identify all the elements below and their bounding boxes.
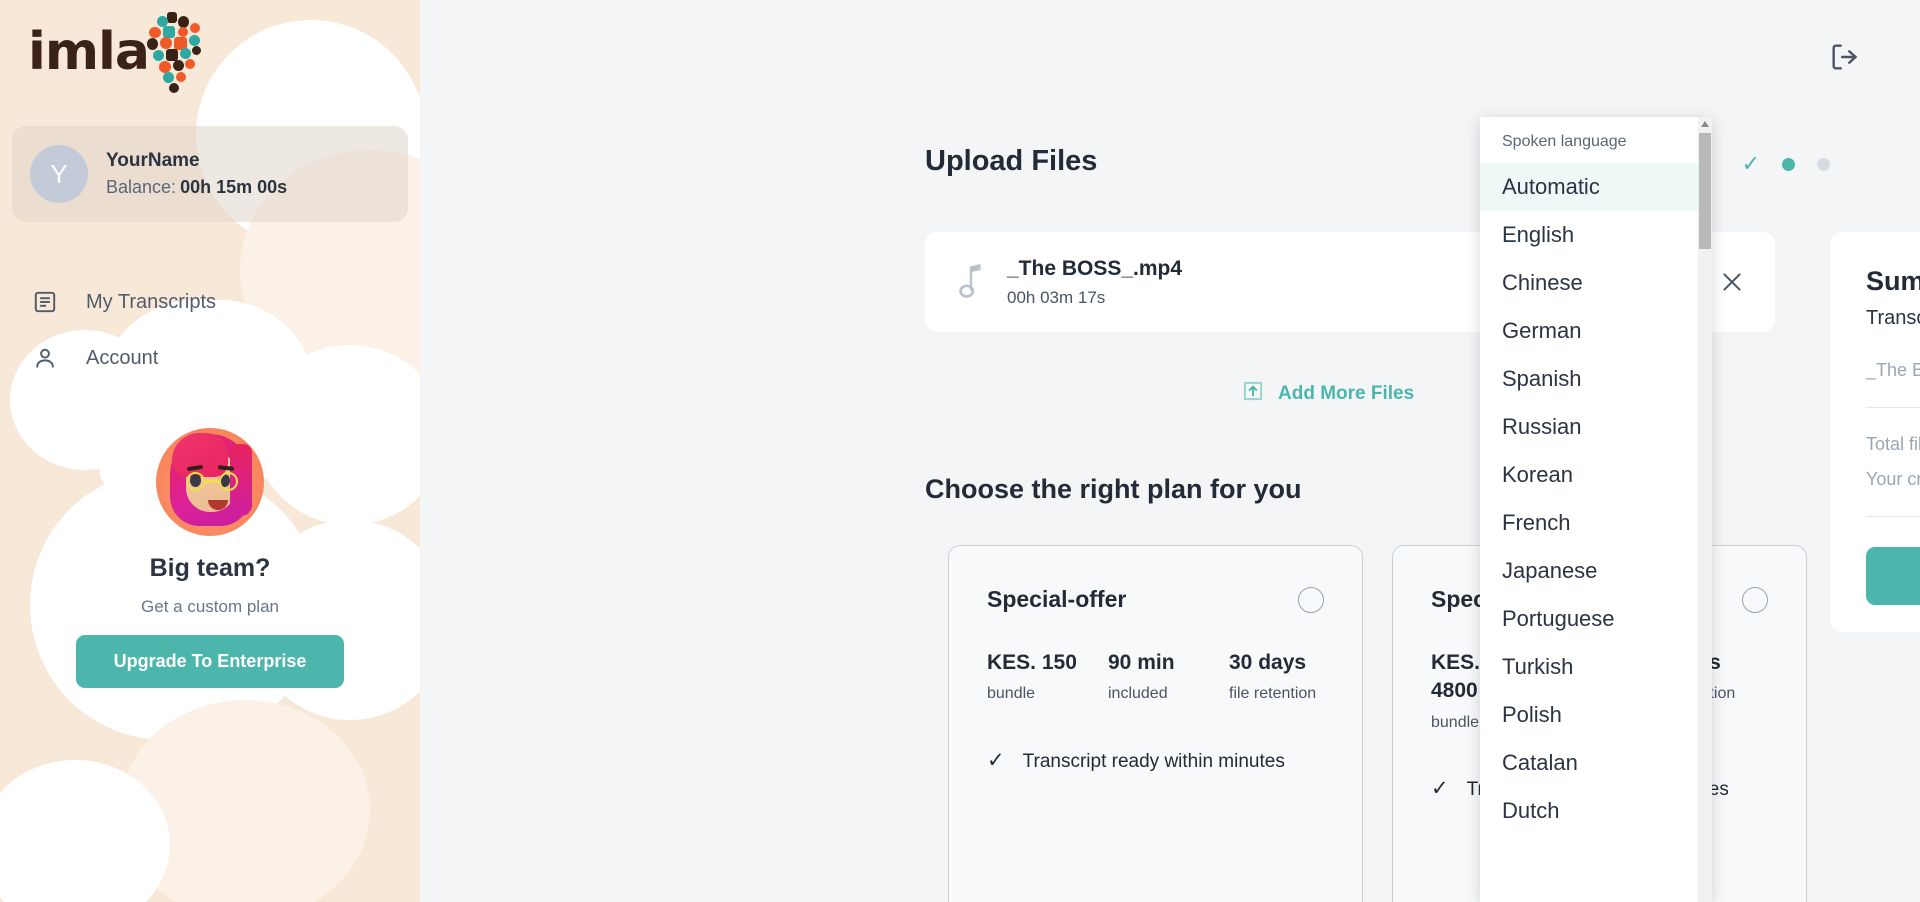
dropdown-option-french[interactable]: French <box>1480 499 1712 547</box>
sidebar-item-account[interactable]: Account <box>0 330 420 386</box>
summary-total-row: Total file time 00h 03m 17s <box>1866 434 1920 455</box>
plan-name: Special-offer <box>987 586 1126 613</box>
check-icon: ✓ <box>987 747 1005 774</box>
dropdown-option-portuguese[interactable]: Portuguese <box>1480 595 1712 643</box>
dropdown-option-polish[interactable]: Polish <box>1480 691 1712 739</box>
balance-value: 00h 15m 00s <box>180 177 287 197</box>
step-dot-active[interactable] <box>1782 158 1795 171</box>
step-indicator: ✓ <box>1742 153 1830 175</box>
file-duration: 00h 03m 17s <box>1007 288 1182 308</box>
page-title: Upload Files <box>925 145 1097 178</box>
add-more-files-label: Add More Files <box>1278 383 1414 405</box>
sidebar-item-label: My Transcripts <box>86 291 216 314</box>
music-note-icon <box>951 264 991 300</box>
dropdown-option-dutch[interactable]: Dutch <box>1480 787 1712 835</box>
dropdown-option-english[interactable]: English <box>1480 211 1712 259</box>
plan-radio-button[interactable] <box>1742 587 1768 613</box>
dropdown-scrollbar[interactable] <box>1698 117 1712 902</box>
app-logo[interactable]: imla <box>0 0 420 96</box>
upgrade-to-enterprise-button[interactable]: Upgrade To Enterprise <box>76 635 344 688</box>
dropdown-option-korean[interactable]: Korean <box>1480 451 1712 499</box>
dropdown-option-german[interactable]: German <box>1480 307 1712 355</box>
file-name: _The BOSS_.mp4 <box>1007 257 1182 281</box>
spoken-language-dropdown[interactable]: Spoken language Automatic English Chines… <box>1480 117 1712 902</box>
user-name: YourName <box>106 150 287 172</box>
dropdown-option-catalan[interactable]: Catalan <box>1480 739 1712 787</box>
plan-radio-button[interactable] <box>1298 587 1324 613</box>
promo-avatar-illustration <box>156 428 264 536</box>
plan-price-unit: bundle <box>987 683 1082 705</box>
step-dot-idle[interactable] <box>1817 158 1830 171</box>
upload-icon <box>1240 378 1266 409</box>
user-card[interactable]: Y YourName Balance:00h 15m 00s <box>12 126 408 222</box>
plan-feature-text: Transcript ready within minutes <box>1023 747 1285 776</box>
scroll-up-arrow-icon[interactable] <box>1701 121 1709 127</box>
file-meta: _The BOSS_.mp4 00h 03m 17s <box>1007 257 1182 308</box>
promo-subtitle: Get a custom plan <box>0 597 420 617</box>
step-complete-check-icon: ✓ <box>1742 153 1760 175</box>
sidebar-nav: My Transcripts Account <box>0 274 420 386</box>
dropdown-option-chinese[interactable]: Chinese <box>1480 259 1712 307</box>
plan-price-value: KES. 150 <box>987 649 1082 677</box>
checkout-button[interactable]: Checkout <box>1866 547 1920 605</box>
person-icon <box>30 343 60 373</box>
sidebar-item-label: Account <box>86 347 158 370</box>
summary-credit-row: Your credit 00h 15m 00s <box>1866 469 1920 490</box>
summary-panel: Summary Transcription • Machine _The BOS… <box>1830 232 1920 632</box>
enterprise-promo: Big team? Get a custom plan Upgrade To E… <box>0 428 420 688</box>
close-icon[interactable] <box>1715 265 1749 299</box>
dropdown-option-japanese[interactable]: Japanese <box>1480 547 1712 595</box>
promo-title: Big team? <box>0 554 420 583</box>
plan-minutes-unit: included <box>1108 683 1203 705</box>
secure-safe-badge: Secure & Safe <box>1830 672 1920 701</box>
plans-title: Choose the right plan for you <box>925 474 1302 505</box>
divider <box>1866 407 1920 408</box>
add-more-files-button[interactable]: Add More Files <box>1240 378 1414 409</box>
scrollbar-thumb[interactable] <box>1699 133 1711 249</box>
plan-minutes-value: 90 min <box>1108 649 1203 677</box>
dropdown-option-turkish[interactable]: Turkish <box>1480 643 1712 691</box>
sidebar: imla <box>0 0 420 902</box>
logo-wordmark: imla <box>28 26 149 78</box>
app-root: imla <box>0 0 1920 902</box>
summary-total-label: Total file time <box>1866 434 1920 455</box>
user-balance: Balance:00h 15m 00s <box>106 177 287 198</box>
plan-feature-row: ✓ Transcript ready within minutes <box>987 747 1324 776</box>
balance-label: Balance: <box>106 177 176 197</box>
sidebar-item-my-transcripts[interactable]: My Transcripts <box>0 274 420 330</box>
plan-minutes: 90 min included <box>1108 649 1203 705</box>
check-icon: ✓ <box>1431 775 1449 802</box>
summary-file-row: _The BOSS_.mp4 00h 03m 17s <box>1866 360 1920 381</box>
divider <box>1866 516 1920 517</box>
plan-details: KES. 150 bundle 90 min included 30 days … <box>987 649 1324 705</box>
avatar: Y <box>30 145 88 203</box>
plan-price: KES. 150 bundle <box>987 649 1082 705</box>
main-content: ✓ Upload Files _The BOSS_.mp4 00h 03m 17… <box>420 0 1920 902</box>
summary-subtitle: Transcription • Machine <box>1866 307 1920 330</box>
summary-credit-label: Your credit <box>1866 469 1920 490</box>
dropdown-option-automatic[interactable]: Automatic <box>1480 163 1712 211</box>
plan-retention-unit: file retention <box>1229 683 1324 705</box>
plan-header: Special-offer <box>987 586 1324 613</box>
summary-title: Summary <box>1866 266 1920 297</box>
plan-card-1[interactable]: Special-offer KES. 150 bundle 90 min inc… <box>948 545 1363 902</box>
summary-file-name: _The BOSS_.mp4 <box>1866 360 1920 381</box>
plan-retention: 30 days file retention <box>1229 649 1324 705</box>
dropdown-option-spanish[interactable]: Spanish <box>1480 355 1712 403</box>
dropdown-option-russian[interactable]: Russian <box>1480 403 1712 451</box>
dropdown-header: Spoken language <box>1480 117 1712 163</box>
logout-icon[interactable] <box>1828 40 1862 74</box>
transcript-icon <box>30 287 60 317</box>
africa-map-icon <box>145 10 207 96</box>
plan-retention-value: 30 days <box>1229 649 1324 677</box>
